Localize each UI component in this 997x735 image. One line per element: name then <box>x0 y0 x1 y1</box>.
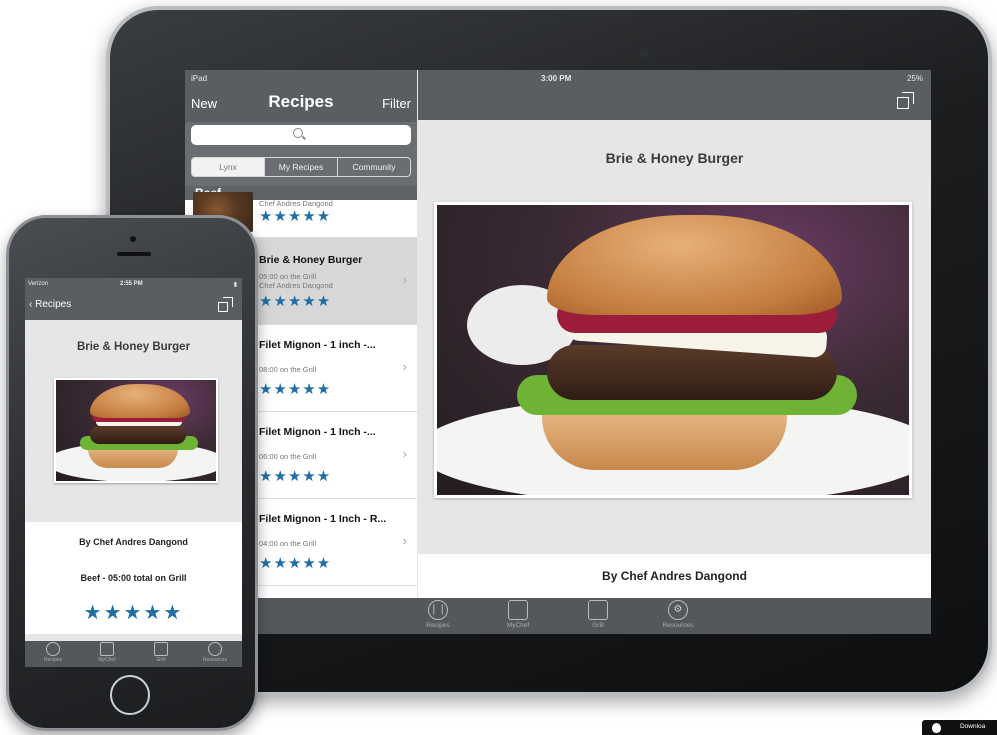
rating-stars: ★★★★★ <box>259 293 332 310</box>
status-time: 2:55 PM <box>120 281 143 287</box>
tab-grill[interactable]: Grill <box>568 600 628 629</box>
chevron-right-icon: › <box>402 446 407 461</box>
tab-label: Recipes <box>43 657 63 663</box>
tab-label: MyChef <box>506 622 530 629</box>
status-carrier: Verizon <box>28 281 49 287</box>
rating-stars: ★★★★★ <box>259 381 332 398</box>
recipe-title: Filet Mignon - 1 Inch -... <box>259 426 376 438</box>
recipe-title: Brie & Honey Burger <box>259 254 363 266</box>
back-label: Recipes <box>35 299 72 310</box>
tab-label: Recipes <box>426 622 450 629</box>
recipe-author: By Chef Andres Dangond <box>79 537 188 547</box>
recipe-detail-pane: Brie & Honey Burger By Chef Andres Dango… <box>418 70 931 598</box>
chevron-right-icon: › <box>402 533 407 548</box>
recipe-time: 05:00 on the Grill <box>259 272 317 281</box>
fork-knife-icon: ❘❘ <box>428 600 448 620</box>
tab-resources[interactable]: ⚙ Resources <box>648 600 708 629</box>
tab-label: Resources <box>203 657 227 663</box>
chevron-right-icon: › <box>402 272 407 287</box>
recipe-title: Filet Mignon - 1 inch -... <box>259 339 376 351</box>
source-segmented-control: Lynx My Recipes Community <box>191 157 411 177</box>
segment-community[interactable]: Community <box>338 158 410 176</box>
ipad-screen: iPad 3:00 PM 25% New Recipes Filter Lynx… <box>185 70 931 634</box>
iphone-tab-bar: Recipes MyChef Grill Resources <box>25 641 242 667</box>
tab-recipes[interactable]: ❘❘ Recipes <box>408 600 468 629</box>
battery-icon: ▮ <box>233 282 237 288</box>
tab-mychef[interactable]: MyChef <box>87 642 127 663</box>
tab-label: Resources <box>662 622 694 629</box>
search-icon <box>293 128 303 138</box>
recipe-photo <box>54 378 218 483</box>
ipad-tab-bar: ❘❘ Recipes MyChef Grill ⚙ Resources <box>185 598 931 634</box>
rating-stars: ★★★★★ <box>259 468 332 485</box>
tab-label: MyChef <box>98 657 116 663</box>
status-time: 3:00 PM <box>541 74 572 83</box>
filter-button[interactable]: Filter <box>382 96 411 111</box>
iphone-device: Verizon 2:55 PM ▮ ‹ Recipes Brie & Honey… <box>6 215 258 731</box>
tab-mychef[interactable]: MyChef <box>488 600 548 629</box>
detail-author-section: By Chef Andres Dangond <box>418 554 931 598</box>
back-button[interactable]: ‹ Recipes <box>29 299 71 310</box>
gear-icon <box>208 642 222 656</box>
ipad-status-bar: iPad 3:00 PM 25% <box>185 70 931 86</box>
rating-stars: ★★★★★ <box>259 208 332 225</box>
rating-stars: ★★★★★ <box>83 602 184 624</box>
recipe-meta: Beef - 05:00 total on Grill <box>80 573 187 583</box>
tab-label: Grill <box>156 657 166 663</box>
iphone-nav-bar: ‹ Recipes <box>25 292 242 320</box>
segment-lynx[interactable]: Lynx <box>192 158 265 176</box>
iphone-status-bar: Verizon 2:55 PM ▮ <box>25 278 242 292</box>
recipe-title: Filet Mignon - 1 Inch - R... <box>259 513 387 525</box>
tab-resources[interactable]: Resources <box>195 642 235 663</box>
chef-shirt-icon <box>100 642 114 656</box>
recipe-time: 06:00 on the Grill <box>259 452 317 461</box>
status-carrier: iPad <box>191 74 208 83</box>
iphone-camera <box>130 236 136 242</box>
status-battery: 25% <box>906 74 923 83</box>
rating-stars: ★★★★★ <box>259 555 332 572</box>
home-button[interactable] <box>110 675 150 715</box>
recipe-detail-title: Brie & Honey Burger <box>605 150 744 166</box>
chevron-right-icon: › <box>402 359 407 374</box>
grill-icon <box>154 642 168 656</box>
recipe-author: By Chef Andres Dangond <box>602 569 747 583</box>
burger-image <box>437 205 909 495</box>
gear-icon: ⚙ <box>668 600 688 620</box>
tab-label: Grill <box>592 622 604 629</box>
tab-recipes[interactable]: Recipes <box>33 642 73 663</box>
fork-knife-icon <box>46 642 60 656</box>
expand-icon[interactable] <box>897 92 915 110</box>
iphone-speaker <box>117 252 151 256</box>
segment-my-recipes[interactable]: My Recipes <box>265 158 338 176</box>
ipad-camera <box>640 50 649 59</box>
apple-logo-icon <box>932 723 941 733</box>
search-and-filter-bar: Lynx My Recipes Community <box>185 122 417 186</box>
recipe-info-section: By Chef Andres Dangond Beef - 05:00 tota… <box>25 522 242 634</box>
tab-grill[interactable]: Grill <box>141 642 181 663</box>
chef-shirt-icon <box>508 600 528 620</box>
burger-image <box>56 380 216 481</box>
recipe-chef: Chef Andres Dangond <box>259 281 333 290</box>
grill-icon <box>588 600 608 620</box>
recipe-time: 04:00 on the Grill <box>259 539 317 548</box>
badge-text: Downloa <box>960 723 986 730</box>
recipe-time: 08:00 on the Grill <box>259 365 317 374</box>
iphone-screen: Verizon 2:55 PM ▮ ‹ Recipes Brie & Honey… <box>25 278 242 667</box>
expand-icon[interactable] <box>218 297 234 313</box>
recipe-photo <box>434 202 912 498</box>
app-store-badge[interactable]: Downloa <box>922 720 997 735</box>
search-input[interactable] <box>191 125 411 145</box>
recipe-detail-title: Brie & Honey Burger <box>76 341 191 353</box>
